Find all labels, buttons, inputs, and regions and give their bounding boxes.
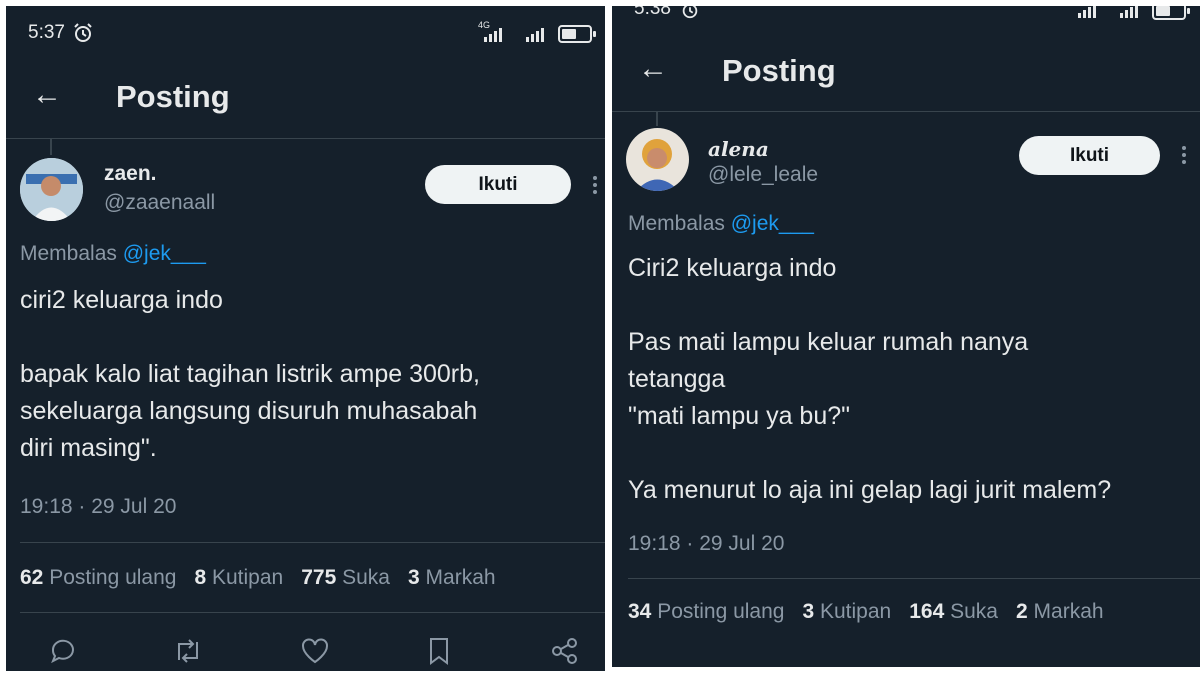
more-options-icon[interactable] bbox=[1182, 146, 1186, 164]
right-post-screen: 5:38 ← Posting alena @lele_leale Ikuti M… bbox=[612, 6, 1200, 667]
bookmarks-label: Markah bbox=[425, 566, 496, 589]
follow-button[interactable]: Ikuti bbox=[1019, 136, 1160, 175]
bookmarks-count: 3 bbox=[408, 566, 420, 589]
post-stats: 34 Posting ulang 3 Kutipan 164 Suka 2 Ma… bbox=[628, 600, 1122, 624]
quotes-stat[interactable]: 3 Kutipan bbox=[802, 600, 891, 624]
likes-count: 164 bbox=[909, 600, 945, 623]
likes-stat[interactable]: 775 Suka bbox=[301, 566, 390, 590]
quotes-label: Kutipan bbox=[212, 566, 284, 589]
thread-line bbox=[656, 112, 658, 126]
signal-icon bbox=[1078, 6, 1096, 18]
reposts-label: Posting ulang bbox=[657, 600, 785, 623]
more-options-icon[interactable] bbox=[593, 176, 597, 194]
alarm-icon bbox=[680, 6, 700, 20]
left-post-screen: 5:37 4G ← Posting zaen. @zaaenaall Ikuti… bbox=[6, 6, 605, 671]
post-body: ciri2 keluarga indo bapak kalo liat tagi… bbox=[20, 286, 480, 462]
status-time: 5:38 bbox=[634, 6, 671, 19]
back-arrow-icon[interactable]: ← bbox=[32, 80, 62, 110]
follow-button[interactable]: Ikuti bbox=[425, 165, 571, 204]
alarm-icon bbox=[72, 22, 94, 44]
quotes-count: 8 bbox=[194, 566, 207, 589]
reposts-stat[interactable]: 62 Posting ulang bbox=[20, 566, 176, 590]
repost-icon[interactable] bbox=[172, 636, 204, 671]
reply-context: Membalas @jek___ bbox=[20, 242, 206, 266]
battery-icon bbox=[558, 25, 596, 43]
reply-mention-link[interactable]: @jek___ bbox=[123, 242, 206, 265]
status-time: 5:37 bbox=[28, 22, 65, 43]
likes-label: Suka bbox=[342, 566, 390, 589]
author-name[interactable]: zaen. bbox=[104, 162, 157, 186]
signal-icon-2 bbox=[526, 28, 544, 42]
bookmarks-stat[interactable]: 3 Markah bbox=[408, 566, 496, 590]
post-timestamp[interactable]: 19:18 · 29 Jul 20 bbox=[20, 495, 176, 519]
page-title: Posting bbox=[116, 79, 230, 114]
reposts-count: 34 bbox=[628, 600, 652, 623]
bookmarks-stat[interactable]: 2 Markah bbox=[1016, 600, 1104, 624]
likes-label: Suka bbox=[950, 600, 998, 623]
post-stats: 62 Posting ulang 8 Kutipan 775 Suka 3 Ma… bbox=[20, 566, 514, 590]
likes-stat[interactable]: 164 Suka bbox=[909, 600, 998, 624]
like-icon[interactable] bbox=[300, 637, 330, 670]
quotes-label: Kutipan bbox=[820, 600, 892, 623]
stats-divider-bottom bbox=[20, 612, 605, 613]
stats-divider-top bbox=[628, 578, 1200, 579]
page-title: Posting bbox=[722, 53, 836, 88]
stats-divider-top bbox=[20, 542, 605, 543]
signal-icon bbox=[484, 28, 502, 42]
author-handle[interactable]: @lele_leale bbox=[708, 163, 818, 187]
reply-icon[interactable] bbox=[48, 636, 78, 671]
header-divider bbox=[6, 138, 605, 139]
header-divider bbox=[612, 111, 1200, 112]
reply-prefix: Membalas bbox=[628, 212, 725, 235]
post-timestamp[interactable]: 19:18 · 29 Jul 20 bbox=[628, 532, 784, 556]
author-handle[interactable]: @zaaenaall bbox=[104, 191, 215, 215]
likes-count: 775 bbox=[301, 566, 337, 589]
bookmarks-count: 2 bbox=[1016, 600, 1028, 623]
post-body: Ciri2 keluarga indo Pas mati lampu kelua… bbox=[628, 254, 1112, 504]
thread-line bbox=[50, 139, 52, 155]
reposts-count: 62 bbox=[20, 566, 44, 589]
avatar[interactable] bbox=[20, 158, 83, 221]
reply-mention-link[interactable]: @jek___ bbox=[731, 212, 814, 235]
back-arrow-icon[interactable]: ← bbox=[638, 54, 668, 84]
reposts-label: Posting ulang bbox=[49, 566, 177, 589]
share-icon[interactable] bbox=[550, 636, 580, 671]
reply-prefix: Membalas bbox=[20, 242, 117, 265]
battery-icon bbox=[1152, 6, 1190, 20]
avatar[interactable] bbox=[626, 128, 689, 191]
bookmark-icon[interactable] bbox=[427, 636, 451, 671]
reposts-stat[interactable]: 34 Posting ulang bbox=[628, 600, 784, 624]
quotes-count: 3 bbox=[802, 600, 815, 623]
author-name[interactable]: alena bbox=[708, 137, 769, 161]
reply-context: Membalas @jek___ bbox=[628, 212, 814, 236]
quotes-stat[interactable]: 8 Kutipan bbox=[194, 566, 283, 590]
signal-icon-2 bbox=[1120, 6, 1138, 18]
bookmarks-label: Markah bbox=[1033, 600, 1104, 623]
